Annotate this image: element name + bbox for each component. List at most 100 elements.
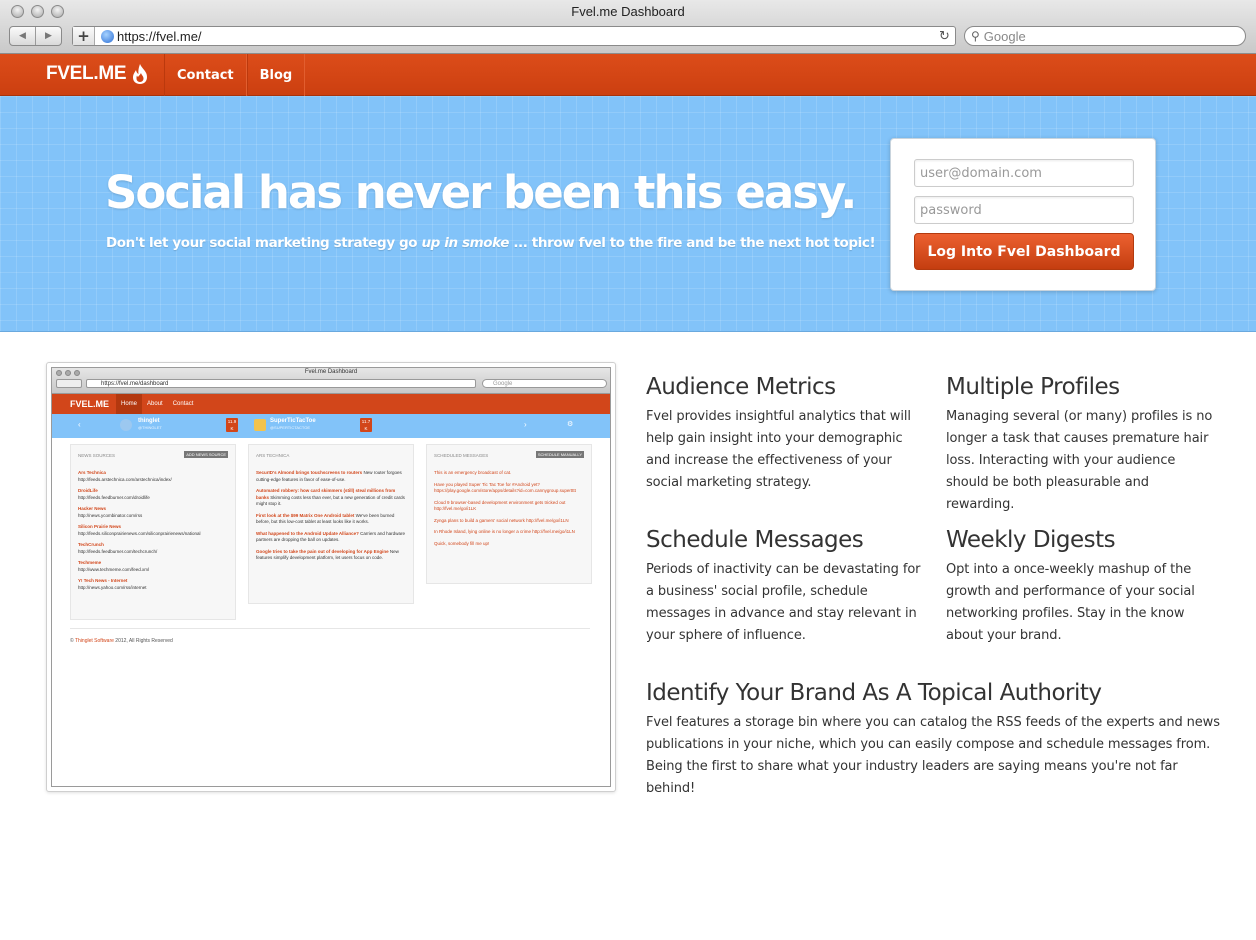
news-source-item: Techmeme http://www.techmeme.com/feed.xml — [78, 560, 228, 573]
dashboard-screenshot: Fvel.me Dashboard https://fvel.me/dashbo… — [46, 362, 616, 792]
feature-text: Fvel provides insightful analytics that … — [646, 409, 911, 490]
news-source-url: http://news.yahoo.com/rss/internet — [78, 584, 147, 590]
preview-url: https://fvel.me/dashboard — [86, 379, 476, 388]
news-sources-heading: NEWS SOURCES ADD NEWS SOURCE — [78, 451, 228, 458]
scheduled-message-item: This is an emergency broadcast of cat. — [434, 470, 512, 475]
preview-navbar: FVEL.ME Home About Contact — [52, 394, 610, 414]
scheduled-messages-list: This is an emergency broadcast of cat. Ha… — [434, 470, 584, 547]
scheduled-message-item: Cloud 9 browser-based development enviro… — [434, 499, 566, 512]
search-placeholder: Google — [983, 28, 1026, 44]
article-title: Google tries to take the pain out of dev… — [256, 548, 389, 554]
preview-accounts-bar: ‹ thinglet @THINGLET 11.9 K SuperTicTacT… — [52, 414, 610, 438]
scheduled-message-item: Have you played Super Tic Tac Toe for #A… — [434, 481, 576, 494]
article-item: Google tries to take the pain out of dev… — [256, 549, 406, 562]
history-buttons: ◀ ▶ — [9, 26, 62, 46]
browser-chrome: Fvel.me Dashboard ◀ ▶ + https://fvel.me/… — [0, 0, 1256, 54]
preview-nav-about: About — [147, 401, 163, 407]
preview-footer-link: Thinglet Software — [74, 638, 114, 644]
preview-avatar-thinglet — [120, 419, 132, 431]
preview-account-name-1: thinglet — [138, 418, 160, 424]
news-source-item: Ars Technica http://feeds.arstechnica.com… — [78, 470, 228, 483]
feature-title: Schedule Messages — [646, 527, 864, 553]
password-field[interactable] — [914, 196, 1134, 224]
feature-multiple-profiles: Multiple Profiles Managing several (or m… — [946, 374, 1221, 516]
feature-schedule-messages: Schedule Messages Periods of inactivity … — [646, 527, 921, 647]
email-field[interactable] — [914, 159, 1134, 187]
back-button[interactable]: ◀ — [10, 27, 35, 45]
news-sources-list: Ars Technica http://feeds.arstechnica.com… — [78, 470, 228, 591]
news-source-url: http://feeds.arstechnica.com/arstechnica… — [78, 476, 172, 482]
tagline-start: Don't let your social marketing strategy… — [106, 235, 422, 251]
globe-icon — [101, 29, 114, 43]
url-text[interactable]: https://fvel.me/ — [117, 29, 939, 44]
feature-title: Audience Metrics — [646, 374, 836, 400]
tagline-emphasis: up in smoke — [421, 235, 510, 251]
window-title: Fvel.me Dashboard — [571, 4, 685, 19]
preview-account-name-2: SuperTicTacToe — [270, 418, 316, 424]
news-source-url: http://feeds.feedburner.com/techcrunch/ — [78, 548, 158, 554]
news-source-url: http://feeds.feedburner.com/droidlife — [78, 494, 150, 500]
news-source-item: DroidLife http://feeds.feedburner.com/dro… — [78, 488, 228, 501]
scheduled-message-item: In Rhode Island, lying online is no long… — [434, 529, 575, 534]
hero-tagline: Don't let your social marketing strategy… — [106, 235, 876, 251]
forward-button[interactable]: ▶ — [35, 27, 61, 45]
address-bar[interactable]: + https://fvel.me/ ↻ — [72, 26, 956, 46]
preview-footer: © Thinglet Software 2012, All Rights Res… — [70, 628, 590, 644]
feature-text: Periods of inactivity can be devastating… — [646, 562, 921, 643]
news-source-url: http://feeds.siliconprairienews.com/sili… — [78, 530, 201, 536]
article-item: Automated robbery: how card skimmers (st… — [256, 488, 406, 508]
feature-audience-metrics: Audience Metrics Fvel provides insightfu… — [646, 374, 921, 494]
feature-topical-authority: Identify Your Brand As A Topical Authori… — [646, 680, 1226, 800]
news-source-item: Y! Tech News - Internet http://news.yahoo… — [78, 578, 228, 591]
preview-nav-links: Home About Contact — [116, 394, 198, 414]
search-field[interactable]: ⚲ Google — [964, 26, 1246, 46]
article-item: What happened to the Android Update Alli… — [256, 531, 406, 544]
search-icon: ⚲ — [971, 29, 980, 43]
article-title: SecurID's Almond brings touchscreens to … — [256, 470, 363, 475]
nav-links: Contact Blog — [164, 54, 306, 96]
article-item: SecurID's Almond brings touchscreens to … — [256, 470, 406, 483]
preview-prev-arrow-icon: ‹ — [78, 420, 81, 429]
news-source-item: TechCrunch http://feeds.feedburner.com/te… — [78, 542, 228, 555]
hero-section: Social has never been this easy. Don't l… — [0, 96, 1256, 332]
preview-search: Google — [482, 379, 607, 388]
brand-logo[interactable]: FVEL.ME — [46, 63, 149, 85]
preview-avatar-superttt — [254, 419, 266, 431]
preview-account-handle-1: @THINGLET — [138, 425, 162, 430]
flame-icon — [133, 64, 148, 84]
feature-text: Opt into a once-weekly mashup of the gro… — [946, 562, 1195, 643]
nav-blog-link[interactable]: Blog — [246, 54, 306, 96]
login-button[interactable]: Log Into Fvel Dashboard — [914, 233, 1134, 270]
preview-history-buttons — [56, 379, 82, 388]
scheduled-message-item: Zynga plans to build a gamers' social ne… — [434, 517, 569, 523]
news-source-item: Silicon Prairie News http://feeds.silicon… — [78, 524, 228, 537]
preview-follower-count-1: 11.9 K — [226, 418, 238, 432]
preview-news-sources: NEWS SOURCES ADD NEWS SOURCE Ars Technica… — [70, 444, 236, 620]
scheduled-messages-heading: SCHEDULED MESSAGES SCHEDULE MANUALLY — [434, 451, 584, 458]
feature-title: Multiple Profiles — [946, 374, 1120, 400]
news-source-item: Hacker News http://news.ycombinator.com/r… — [78, 506, 228, 519]
preview-scheduled-messages: SCHEDULED MESSAGES SCHEDULE MANUALLY This… — [426, 444, 592, 584]
nav-contact-link[interactable]: Contact — [164, 54, 247, 96]
add-bookmark-button[interactable]: + — [73, 27, 95, 45]
preview-window: Fvel.me Dashboard https://fvel.me/dashbo… — [51, 367, 611, 787]
ars-technica-heading: ARS TECHNICA — [256, 453, 290, 458]
preview-nav-home: Home — [116, 394, 143, 414]
preview-brand: FVEL.ME — [70, 399, 110, 409]
article-summary: Skimming costs less than ever, but a new… — [256, 494, 405, 507]
scheduled-message-item: Quick, somebody fill me up! — [434, 540, 490, 546]
news-source-url: http://news.ycombinator.com/rss — [78, 512, 143, 518]
brand-name: FVEL.ME — [46, 63, 127, 84]
preview-browser-chrome: Fvel.me Dashboard https://fvel.me/dashbo… — [52, 368, 610, 394]
article-item: First look at the $99 Matrix One Android… — [256, 513, 406, 526]
feature-text: Managing several (or many) profiles is n… — [946, 409, 1213, 512]
preview-next-arrow-icon: › — [524, 420, 527, 429]
reload-icon[interactable]: ↻ — [939, 29, 955, 44]
schedule-manually-button: SCHEDULE MANUALLY — [535, 451, 584, 458]
news-source-url: http://www.techmeme.com/feed.xml — [78, 566, 150, 572]
preview-nav-contact: Contact — [172, 401, 194, 407]
preview-account-handle-2: @SUPERTICTACTOE — [270, 425, 311, 430]
article-title: What happened to the Android Update Alli… — [256, 530, 359, 536]
preview-gear-icon: ⚙ — [567, 421, 574, 428]
site-navbar: FVEL.ME Contact Blog — [0, 54, 1256, 96]
